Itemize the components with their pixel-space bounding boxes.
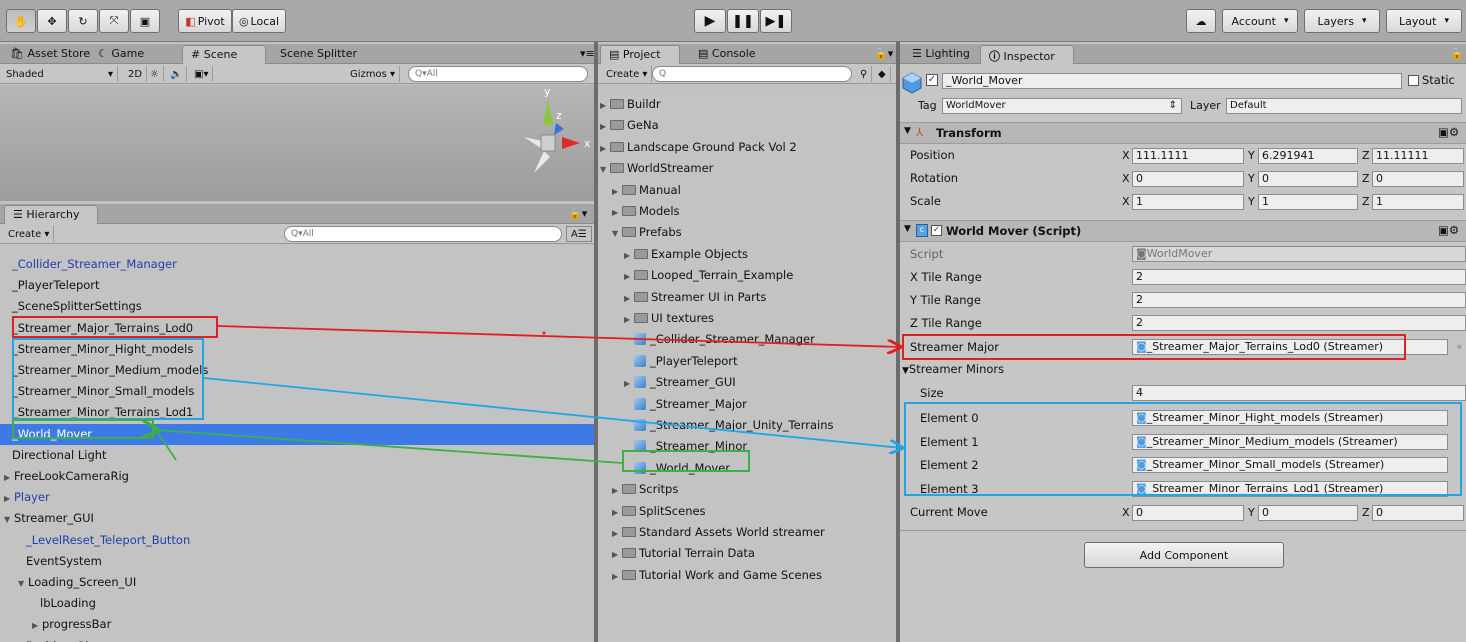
arrow-minors	[203, 377, 902, 448]
arrow-major	[217, 325, 900, 347]
annotation-arrows	[0, 325, 1466, 464]
annotation-dot	[542, 331, 546, 335]
arrow-worldmover-tail	[155, 429, 177, 461]
arrow-worldmover	[156, 430, 623, 464]
